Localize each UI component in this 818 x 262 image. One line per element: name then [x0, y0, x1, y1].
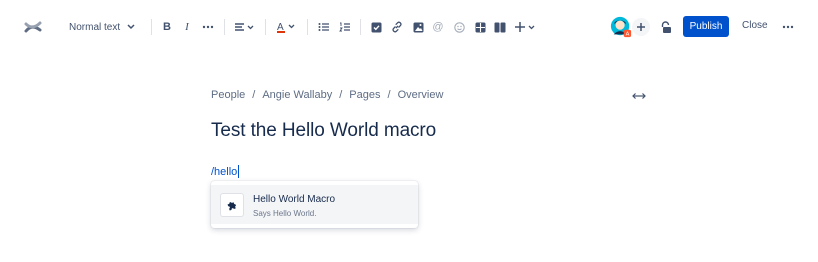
insert-icon[interactable] [514, 19, 538, 35]
table-icon[interactable] [473, 19, 487, 35]
text-cursor [238, 165, 240, 178]
more-formatting-icon[interactable] [201, 19, 215, 35]
bold-icon[interactable]: B [161, 19, 173, 35]
add-collaborator-icon[interactable] [632, 18, 650, 36]
full-width-toggle-icon[interactable] [632, 89, 646, 103]
image-icon[interactable] [411, 19, 425, 35]
link-icon[interactable] [390, 19, 404, 35]
typed-text: /hello [211, 165, 238, 178]
typeahead-item[interactable]: Hello World Macro Says Hello World. [211, 185, 418, 224]
align-icon[interactable] [234, 19, 256, 35]
breadcrumb: People / Angie Wallaby / Pages / Overvie… [211, 89, 443, 101]
breadcrumb-separator: / [339, 89, 343, 101]
typeahead-item-name: Hello World Macro [253, 194, 336, 205]
task-icon[interactable] [369, 19, 383, 35]
breadcrumb-item-people[interactable]: People [211, 89, 245, 101]
text-color-icon[interactable]: A [276, 19, 298, 35]
chevron-down-icon [126, 22, 136, 32]
restrictions-icon[interactable] [659, 19, 673, 35]
text-style-label: Normal text [69, 21, 121, 33]
svg-text:A: A [626, 32, 630, 38]
breadcrumb-item-user[interactable]: Angie Wallaby [262, 89, 332, 101]
mention-icon[interactable]: @ [431, 19, 445, 35]
typeahead-item-description: Says Hello World. [253, 209, 317, 218]
more-actions-icon[interactable] [781, 19, 795, 35]
puzzle-icon [220, 193, 244, 217]
typeahead-popup: Hello World Macro Says Hello World. [211, 181, 418, 228]
breadcrumb-separator: / [252, 89, 256, 101]
close-button[interactable]: Close [742, 20, 768, 31]
bullet-list-icon[interactable] [317, 19, 331, 35]
breadcrumb-item-overview[interactable]: Overview [398, 89, 444, 101]
page-title[interactable]: Test the Hello World macro [211, 120, 436, 142]
text-style-dropdown[interactable]: Normal text [69, 20, 136, 34]
emoji-icon[interactable] [452, 19, 466, 35]
layout-icon[interactable] [493, 19, 507, 35]
publish-button[interactable]: Publish [683, 16, 729, 37]
avatar[interactable]: A [610, 16, 632, 38]
editor-input[interactable]: /hello [211, 165, 240, 178]
breadcrumb-item-pages[interactable]: Pages [349, 89, 380, 101]
numbered-list-icon[interactable] [338, 19, 352, 35]
italic-icon[interactable]: I [182, 19, 192, 35]
breadcrumb-separator: / [387, 89, 391, 101]
editor-toolbar: Normal text B I A @ A Publish Close [0, 0, 818, 54]
confluence-logo-icon[interactable] [24, 18, 42, 36]
